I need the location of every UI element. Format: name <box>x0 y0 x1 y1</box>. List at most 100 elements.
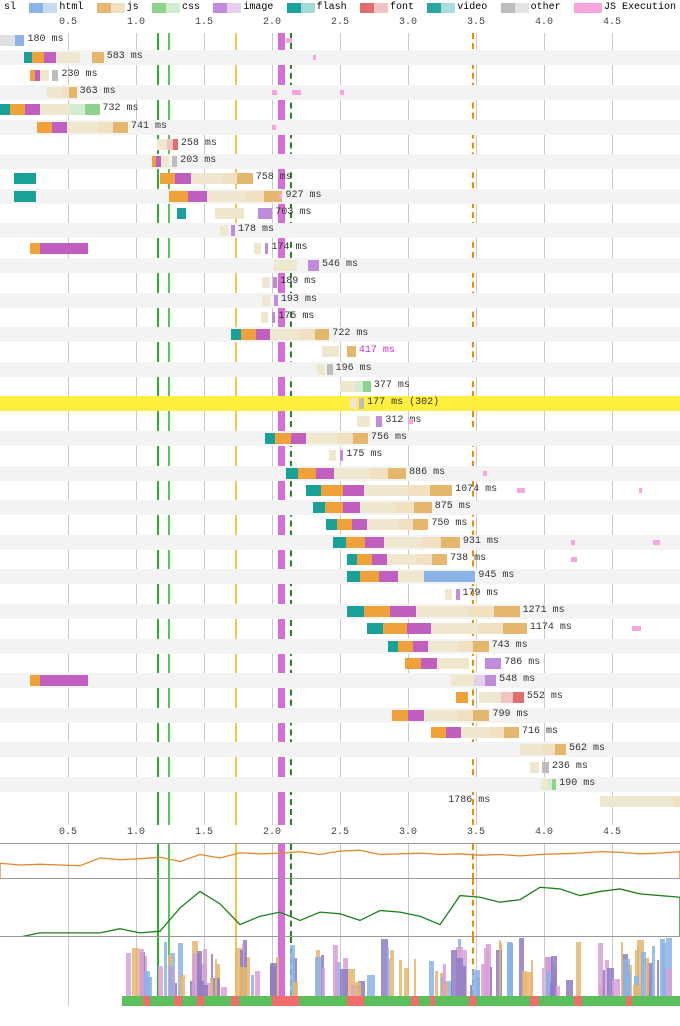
timing-label: 203 ms <box>180 155 216 166</box>
request-bar[interactable] <box>381 710 490 721</box>
request-bar[interactable] <box>177 208 273 219</box>
waterfall-row[interactable]: 1074 ms <box>0 483 680 498</box>
request-bar[interactable] <box>27 87 76 98</box>
waterfall-row[interactable]: 203 ms <box>0 154 680 169</box>
waterfall-row[interactable]: 738 ms <box>0 552 680 567</box>
request-bar[interactable] <box>530 779 556 790</box>
waterfall-row[interactable]: 178 ms <box>0 223 680 238</box>
waterfall-row[interactable]: 258 ms <box>0 137 680 152</box>
request-bar[interactable] <box>265 433 368 444</box>
waterfall-row[interactable]: 1786 ms <box>0 794 680 809</box>
request-bar[interactable] <box>388 641 489 652</box>
request-bar[interactable] <box>299 346 356 357</box>
request-bar[interactable] <box>435 589 459 600</box>
request-bar[interactable] <box>306 485 452 496</box>
waterfall-row[interactable]: 786 ms <box>0 656 680 671</box>
request-bar[interactable] <box>320 450 344 461</box>
waterfall-row[interactable]: 583 ms <box>0 50 680 65</box>
waterfall-row[interactable]: 927 ms <box>0 189 680 204</box>
waterfall-row[interactable]: 548 ms <box>0 673 680 688</box>
request-bar[interactable] <box>211 225 235 236</box>
request-bar[interactable] <box>503 796 680 807</box>
request-bar[interactable] <box>143 139 178 150</box>
waterfall-row[interactable]: 931 ms <box>0 535 680 550</box>
axis-tick: 1.0 <box>127 17 145 28</box>
waterfall-row[interactable]: 196 ms <box>0 362 680 377</box>
request-bar[interactable] <box>27 122 128 133</box>
request-bar[interactable] <box>245 243 269 254</box>
timing-label: 562 ms <box>569 743 605 754</box>
bandwidth-chart[interactable] <box>0 878 680 936</box>
axis-tick: 0.5 <box>59 827 77 838</box>
waterfall-row[interactable]: 190 ms <box>0 777 680 792</box>
request-bar[interactable] <box>347 554 447 565</box>
waterfall-row[interactable]: 236 ms <box>0 760 680 775</box>
cpu-utilization-chart[interactable] <box>0 843 680 878</box>
request-bar[interactable] <box>367 623 527 634</box>
request-bar[interactable] <box>0 35 24 46</box>
main-thread-chart[interactable] <box>0 936 680 1006</box>
waterfall-row[interactable]: 716 ms <box>0 725 680 740</box>
timing-label: 190 ms <box>559 778 595 789</box>
request-bar[interactable] <box>245 260 319 271</box>
request-bar[interactable] <box>340 398 364 409</box>
request-bar[interactable] <box>24 52 103 63</box>
request-bar[interactable] <box>231 329 329 340</box>
waterfall-row[interactable]: 1174 ms <box>0 621 680 636</box>
waterfall-row[interactable]: 179 ms <box>0 587 680 602</box>
request-bar[interactable] <box>156 191 282 202</box>
waterfall-row[interactable]: 562 ms <box>0 742 680 757</box>
js-execution-mark <box>313 55 316 60</box>
request-bar[interactable] <box>422 675 497 686</box>
waterfall-chart[interactable]: 180 ms583 ms230 ms363 ms732 ms741 ms258 … <box>0 33 680 825</box>
request-bar[interactable] <box>422 727 519 738</box>
waterfall-row[interactable]: 175 ms <box>0 310 680 325</box>
request-bar[interactable] <box>27 70 58 81</box>
waterfall-row[interactable]: 886 ms <box>0 466 680 481</box>
waterfall-row[interactable]: 703 ms <box>0 206 680 221</box>
waterfall-row[interactable]: 174 ms <box>0 241 680 256</box>
request-bar[interactable] <box>286 468 406 479</box>
request-bar[interactable] <box>340 416 382 427</box>
waterfall-row[interactable]: 799 ms <box>0 708 680 723</box>
waterfall-row[interactable]: 743 ms <box>0 639 680 654</box>
request-bar[interactable] <box>0 104 100 115</box>
waterfall-row[interactable]: 732 ms <box>0 102 680 117</box>
waterfall-row[interactable]: 177 ms (302) <box>0 396 680 411</box>
waterfall-row[interactable]: 189 ms <box>0 275 680 290</box>
waterfall-row[interactable]: 193 ms <box>0 293 680 308</box>
request-bar[interactable] <box>252 312 276 323</box>
waterfall-row[interactable]: 722 ms <box>0 327 680 342</box>
request-bar[interactable] <box>394 658 501 669</box>
waterfall-row[interactable]: 417 ms <box>0 344 680 359</box>
waterfall-row[interactable]: 175 ms <box>0 448 680 463</box>
request-bar[interactable] <box>252 277 278 288</box>
waterfall-row[interactable]: 312 ms <box>0 414 680 429</box>
request-bar[interactable] <box>347 571 476 582</box>
waterfall-row[interactable]: 741 ms <box>0 120 680 135</box>
waterfall-row[interactable]: 875 ms <box>0 500 680 515</box>
waterfall-row[interactable]: 1271 ms <box>0 604 680 619</box>
request-bar[interactable] <box>517 762 549 773</box>
waterfall-row[interactable]: 546 ms <box>0 258 680 273</box>
request-bar[interactable] <box>347 606 520 617</box>
waterfall-row[interactable]: 756 ms <box>0 431 680 446</box>
js-execution-mark <box>292 90 300 95</box>
waterfall-row[interactable]: 230 ms <box>0 68 680 83</box>
request-bar[interactable] <box>326 519 428 530</box>
waterfall-row[interactable]: 377 ms <box>0 379 680 394</box>
waterfall-row[interactable]: 180 ms <box>0 33 680 48</box>
waterfall-row[interactable]: 750 ms <box>0 517 680 532</box>
request-bar[interactable] <box>449 692 524 703</box>
request-bar[interactable] <box>490 744 566 755</box>
request-bar[interactable] <box>150 156 178 167</box>
request-bar[interactable] <box>252 295 278 306</box>
request-bar[interactable] <box>306 364 333 375</box>
waterfall-row[interactable]: 758 ms <box>0 171 680 186</box>
waterfall-row[interactable]: 552 ms <box>0 690 680 705</box>
request-bar[interactable] <box>150 173 253 184</box>
request-bar[interactable] <box>333 537 460 548</box>
waterfall-row[interactable]: 945 ms <box>0 569 680 584</box>
request-bar[interactable] <box>320 381 371 392</box>
request-bar[interactable] <box>313 502 432 513</box>
